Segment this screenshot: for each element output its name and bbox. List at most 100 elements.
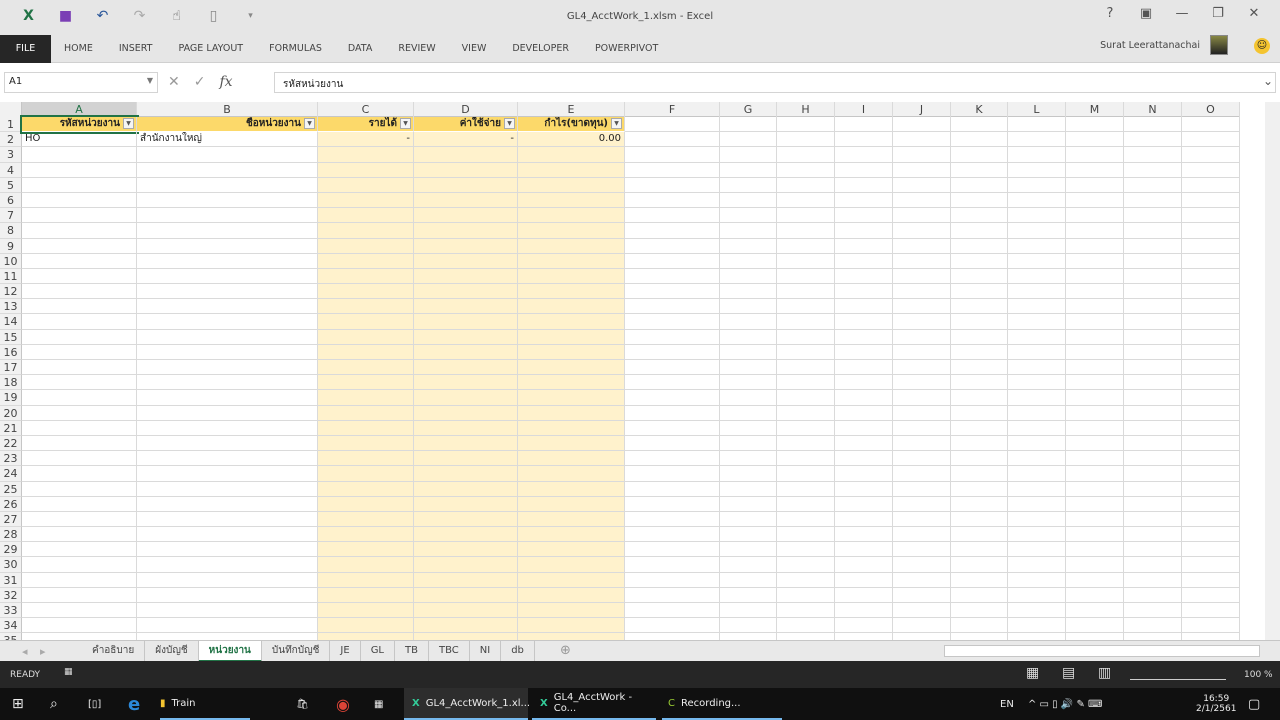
- cell[interactable]: [720, 375, 777, 391]
- cell[interactable]: [318, 208, 414, 224]
- cell[interactable]: ชื่อหน่วยงาน ▼: [137, 117, 318, 133]
- ribbon-tab-home[interactable]: HOME: [51, 35, 106, 63]
- cell[interactable]: [137, 511, 318, 528]
- cell[interactable]: [414, 299, 518, 315]
- cell[interactable]: [22, 208, 137, 224]
- cell[interactable]: [1124, 633, 1182, 640]
- cell[interactable]: [951, 603, 1008, 619]
- cell[interactable]: [893, 618, 951, 634]
- cell[interactable]: [1008, 405, 1066, 421]
- cell[interactable]: [22, 329, 137, 345]
- column-header-D[interactable]: D: [414, 102, 518, 117]
- cell[interactable]: [1124, 542, 1182, 558]
- cell[interactable]: กำไร(ขาดทุน) ▼: [518, 117, 625, 133]
- cell[interactable]: [318, 603, 414, 619]
- row-header[interactable]: 16: [0, 344, 22, 360]
- cell[interactable]: [1124, 420, 1182, 436]
- cell[interactable]: [893, 587, 951, 603]
- taskbar-item-recording[interactable]: C Recording...: [662, 688, 782, 720]
- cell[interactable]: [777, 192, 835, 209]
- cell[interactable]: [893, 481, 951, 497]
- cell[interactable]: [835, 314, 893, 330]
- cell[interactable]: [951, 511, 1008, 528]
- cell[interactable]: [1008, 208, 1066, 224]
- cell[interactable]: [951, 223, 1008, 239]
- cell[interactable]: [951, 177, 1008, 193]
- sheet-tab[interactable]: คำอธิบาย: [82, 641, 146, 662]
- cell[interactable]: [893, 360, 951, 376]
- cell[interactable]: [893, 511, 951, 528]
- cell[interactable]: [1066, 587, 1124, 603]
- page-break-view-icon[interactable]: ▥: [1098, 665, 1111, 681]
- cell[interactable]: [951, 557, 1008, 573]
- column-header-C[interactable]: C: [318, 102, 414, 117]
- cell[interactable]: 0.00: [518, 132, 625, 148]
- cell[interactable]: [22, 542, 137, 558]
- row-header[interactable]: 1: [0, 117, 22, 133]
- ribbon-tab-page-layout[interactable]: PAGE LAYOUT: [165, 35, 256, 63]
- cell[interactable]: [835, 405, 893, 421]
- cell[interactable]: [777, 117, 835, 133]
- cell[interactable]: [414, 360, 518, 376]
- row-header[interactable]: 25: [0, 481, 22, 497]
- new-sheet-icon[interactable]: ⊕: [560, 643, 571, 658]
- cell[interactable]: [1124, 360, 1182, 376]
- cell[interactable]: [1008, 481, 1066, 497]
- sheet-tab[interactable]: หน่วยงาน: [198, 641, 262, 662]
- cell[interactable]: [22, 360, 137, 376]
- select-all-corner[interactable]: [0, 102, 22, 117]
- cell[interactable]: [777, 481, 835, 497]
- cell[interactable]: [518, 451, 625, 467]
- cell[interactable]: [318, 587, 414, 603]
- cell[interactable]: [1008, 253, 1066, 269]
- cell[interactable]: [22, 587, 137, 603]
- cell[interactable]: [518, 405, 625, 421]
- cell[interactable]: [22, 420, 137, 436]
- cell[interactable]: [1008, 572, 1066, 588]
- cell[interactable]: [1066, 329, 1124, 345]
- cell[interactable]: [318, 253, 414, 269]
- ribbon-tab-file[interactable]: FILE: [0, 35, 51, 63]
- cell[interactable]: [22, 238, 137, 254]
- cell[interactable]: [318, 299, 414, 315]
- cell[interactable]: [518, 223, 625, 239]
- cell[interactable]: รหัสหน่วยงาน ▼: [20, 114, 139, 135]
- cell[interactable]: [1008, 587, 1066, 603]
- cell[interactable]: [893, 208, 951, 224]
- cell[interactable]: [1066, 344, 1124, 360]
- cell[interactable]: [1066, 177, 1124, 193]
- cell[interactable]: [137, 557, 318, 573]
- minimize-icon[interactable]: —: [1164, 6, 1200, 21]
- row-header[interactable]: 2: [0, 132, 22, 148]
- cell[interactable]: [518, 238, 625, 254]
- cell[interactable]: [1066, 435, 1124, 452]
- cell[interactable]: [1008, 360, 1066, 376]
- cell[interactable]: [893, 238, 951, 254]
- cell[interactable]: [1124, 466, 1182, 482]
- cell[interactable]: [414, 238, 518, 254]
- cell[interactable]: [835, 451, 893, 467]
- cell[interactable]: [1066, 162, 1124, 178]
- cell[interactable]: [1066, 117, 1124, 133]
- cell[interactable]: [1066, 405, 1124, 421]
- column-header-A[interactable]: A: [22, 102, 137, 117]
- cell[interactable]: [893, 299, 951, 315]
- cell[interactable]: [22, 284, 137, 300]
- cell[interactable]: [951, 527, 1008, 543]
- cell[interactable]: [318, 314, 414, 330]
- cell[interactable]: [414, 557, 518, 573]
- cell[interactable]: [777, 420, 835, 436]
- cell[interactable]: [777, 542, 835, 558]
- cell[interactable]: [1008, 223, 1066, 239]
- cell[interactable]: [414, 375, 518, 391]
- cell[interactable]: [1182, 527, 1240, 543]
- cell[interactable]: [1008, 466, 1066, 482]
- name-box[interactable]: A1 ▼: [4, 72, 158, 93]
- cell[interactable]: [625, 451, 720, 467]
- edge-icon[interactable]: e: [128, 688, 140, 720]
- cell[interactable]: [835, 299, 893, 315]
- cell[interactable]: [1066, 375, 1124, 391]
- cell[interactable]: [1124, 587, 1182, 603]
- cell[interactable]: [625, 420, 720, 436]
- cell[interactable]: [777, 177, 835, 193]
